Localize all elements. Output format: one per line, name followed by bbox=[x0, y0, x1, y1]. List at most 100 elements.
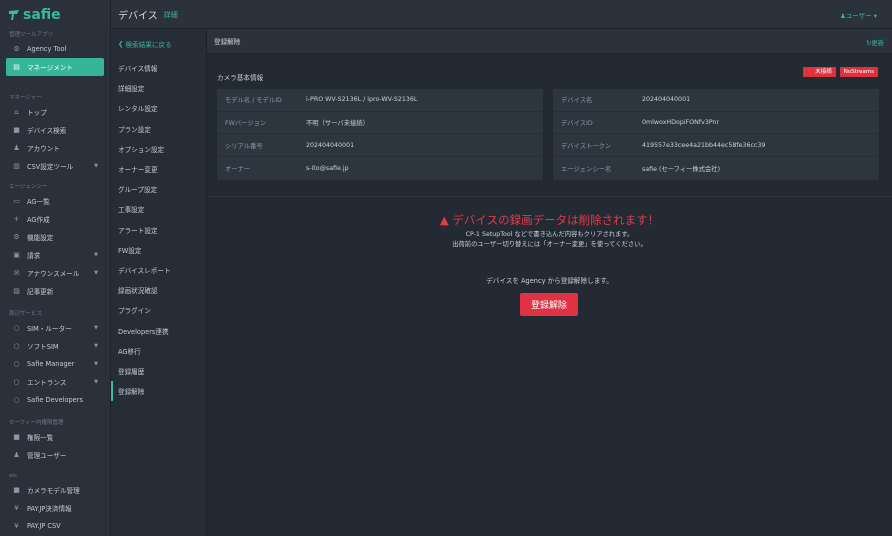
home-icon: ⌂ bbox=[14, 108, 19, 116]
sidebar-item[interactable]: + AG作成 bbox=[0, 210, 110, 228]
warning-icon: ▲ bbox=[439, 213, 449, 227]
submenu-item[interactable]: 登録解除 bbox=[111, 381, 206, 402]
sidebar-item[interactable]: ○ Safie Manager ▼ bbox=[0, 355, 110, 373]
info-key: オーナー bbox=[225, 165, 251, 173]
info-key: シリアル番号 bbox=[225, 142, 263, 150]
submenu-item[interactable]: デバイス情報 bbox=[111, 58, 206, 78]
edit-icon: ▧ bbox=[13, 287, 20, 295]
sidebar-item[interactable]: ♟ 管理ユーザー bbox=[0, 446, 110, 464]
sidebar-item[interactable]: ▥ CSV設定ツール ▼ bbox=[0, 157, 110, 175]
info-value: i-PRO WV-S2136L / ipro-WV-S2136L bbox=[306, 96, 418, 104]
info-value: 202404040001 bbox=[642, 96, 691, 104]
info-row: オーナー s-ito@safie.jp bbox=[217, 157, 543, 180]
camera-icon: ■ bbox=[13, 126, 20, 134]
submenu-item[interactable]: オプション設定 bbox=[111, 139, 206, 159]
sidebar-item[interactable]: ■ カメラモデル管理 bbox=[0, 481, 110, 499]
submenu-item[interactable]: アラート設定 bbox=[111, 220, 206, 240]
submenu-item[interactable]: 登録履歴 bbox=[111, 361, 206, 381]
info-key: FWバージョン bbox=[225, 120, 267, 128]
sidebar-item[interactable]: ⌂ トップ bbox=[0, 103, 110, 121]
submenu-item[interactable]: 詳細設定 bbox=[111, 78, 206, 98]
status-badges: ❗ 未接続 NoStreams bbox=[802, 67, 878, 77]
submenu-item[interactable]: プラン設定 bbox=[111, 119, 206, 139]
user-icon: ♟ bbox=[13, 451, 20, 459]
sidebar-item[interactable]: ⚙ 機能設定 bbox=[0, 228, 110, 246]
submenu-item[interactable]: デバイスレポート bbox=[111, 260, 206, 280]
sidebar-item-label: カメラモデル管理 bbox=[27, 487, 80, 495]
sidebar-item-label: 管理ユーザー bbox=[27, 452, 67, 460]
sidebar-item-label: Safie Manager bbox=[27, 360, 75, 368]
submenu-item[interactable]: AG移行 bbox=[111, 341, 206, 361]
info-key: エージェンシー名 bbox=[561, 165, 612, 173]
sidebar-item-label: トップ bbox=[27, 109, 47, 117]
yen-icon: ¥ bbox=[14, 522, 19, 530]
unregister-button[interactable]: 登録解除 bbox=[520, 293, 578, 316]
chevron-down-icon: ▼ bbox=[94, 361, 98, 367]
refresh-button[interactable]: ↻更新 bbox=[866, 38, 884, 47]
warning-line-1: CP-1 SetupTool などで書き込んだ内容もクリアされます。 bbox=[465, 231, 634, 238]
submenu-item[interactable]: プラグイン bbox=[111, 300, 206, 320]
chevron-down-icon: ▼ bbox=[94, 325, 98, 331]
info-key: モデル名 / モデルID bbox=[225, 97, 282, 105]
info-value: 不明（サーバ未接続） bbox=[306, 120, 369, 128]
submenu-item[interactable]: オーナー変更 bbox=[111, 159, 206, 179]
sidebar-item[interactable]: ▤ マネージメント bbox=[6, 58, 104, 76]
sidebar-item[interactable]: ■ デバイス検索 bbox=[0, 121, 110, 139]
section-title: 登録解除 bbox=[214, 38, 241, 46]
sidebar-item[interactable]: ▭ AG一覧 bbox=[0, 192, 110, 210]
divider bbox=[207, 196, 892, 197]
safie-logo-icon bbox=[9, 9, 19, 20]
submenu-item[interactable]: レンタル設定 bbox=[111, 98, 206, 118]
sidebar-item[interactable]: ○ ソフトSIM ▼ bbox=[0, 337, 110, 355]
sidebar-item-label: アカウント bbox=[27, 145, 60, 153]
sidebar-item[interactable]: ✉ アナウンスメール ▼ bbox=[0, 264, 110, 282]
sidebar-item[interactable]: ♟ アカウント bbox=[0, 139, 110, 157]
info-value: 0mlwoxHDopiFONfv3Pnr bbox=[642, 119, 720, 127]
info-value: s-ito@safie.jp bbox=[306, 164, 349, 172]
section-header: 登録解除 bbox=[207, 29, 892, 54]
chevron-left-icon: ❮ bbox=[118, 39, 124, 48]
sidebar-item[interactable]: ○ エントランス ▼ bbox=[0, 373, 110, 391]
main-sidebar: safie 管理ツールアプリ ⚙ Agency Tool ▤ マネージメント マネージャー… bbox=[0, 0, 111, 536]
sidebar-item[interactable]: ¥ PAY.JP決済情報 bbox=[0, 499, 110, 517]
grid-icon: ▤ bbox=[13, 63, 20, 71]
user-icon: ♟ bbox=[13, 144, 20, 152]
camera-icon: ■ bbox=[13, 486, 20, 494]
back-to-results-link[interactable]: ❮ 検索結果に戻る bbox=[111, 29, 206, 58]
top-header: デバイス 詳細 ♟ユーザー ▾ bbox=[111, 0, 892, 29]
submenu-item[interactable]: Developers連携 bbox=[111, 320, 206, 340]
main-content: 登録解除 ↻更新 カメラ基本情報 ❗ 未接続 NoStreams モデル名 / … bbox=[207, 29, 892, 536]
sidebar-item[interactable]: ⚙ Agency Tool bbox=[0, 40, 110, 58]
submenu-item[interactable]: FW設定 bbox=[111, 240, 206, 260]
safie-logo[interactable]: safie bbox=[0, 0, 110, 29]
sidebar-item[interactable]: ■ 権限一覧 bbox=[0, 428, 110, 446]
info-row: デバイス名 202404040001 bbox=[553, 89, 879, 112]
submenu-item[interactable]: 録画状況確認 bbox=[111, 280, 206, 300]
sidebar-item-label: Agency Tool bbox=[27, 45, 67, 53]
info-value: safie (セーフィー株式会社) bbox=[642, 165, 721, 173]
nostreams-badge: NoStreams bbox=[839, 67, 878, 77]
warning-title-text: デバイスの録画データは削除されます！ bbox=[452, 213, 660, 227]
sidebar-item-label: 機能設定 bbox=[27, 234, 54, 242]
chevron-down-icon: ▼ bbox=[94, 343, 98, 349]
submenu-item[interactable]: グループ設定 bbox=[111, 179, 206, 199]
sidebar-item[interactable]: ¥ PAY.JP CSV bbox=[0, 517, 110, 535]
page-subtitle: 詳細 bbox=[163, 11, 178, 19]
sidebar-section: セーフィー内権限管理 ■ 権限一覧 ♟ 管理ユーザー bbox=[0, 419, 110, 464]
sidebar-item-label: デバイス検索 bbox=[27, 127, 67, 135]
user-menu[interactable]: ♟ユーザー ▾ bbox=[840, 10, 877, 20]
sidebar-item[interactable]: ▣ 請求 ▼ bbox=[0, 246, 110, 264]
sidebar-section-heading: etc bbox=[9, 473, 18, 479]
sidebar-item[interactable]: ▧ 記事更新 bbox=[0, 282, 110, 300]
submenu-item[interactable]: 工事設定 bbox=[111, 199, 206, 219]
alert-circle-icon: ❗ bbox=[806, 69, 814, 75]
sidebar-item-label: Safie Developers bbox=[27, 396, 83, 404]
sidebar-item[interactable]: ○ SIM・ルーター ▼ bbox=[0, 319, 110, 337]
offline-badge-label: 未接続 bbox=[815, 69, 832, 75]
sidebar-section-heading: セーフィー内権限管理 bbox=[9, 420, 64, 426]
bill-icon: ▣ bbox=[13, 251, 20, 259]
sidebar-item[interactable]: ○ Safie Developers bbox=[0, 391, 110, 409]
sidebar-item-label: SIM・ルーター bbox=[27, 325, 72, 333]
sidebar-item-label: 権限一覧 bbox=[27, 434, 54, 442]
plus-icon: + bbox=[13, 215, 20, 223]
